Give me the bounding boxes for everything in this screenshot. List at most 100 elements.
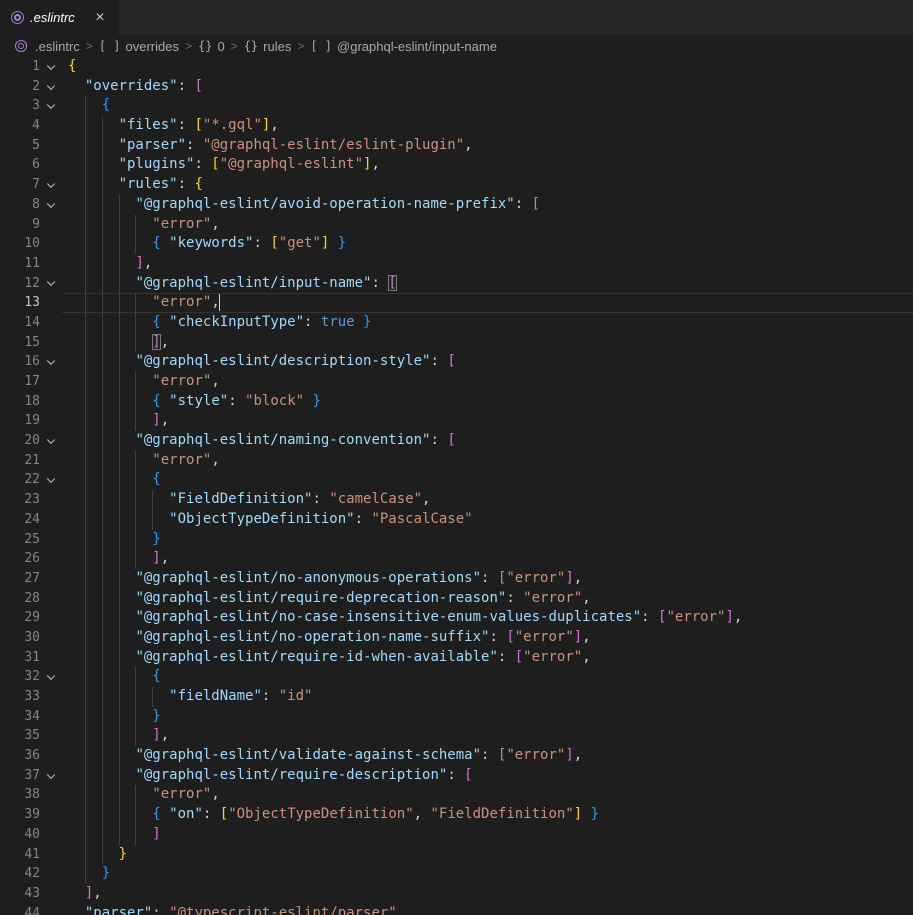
line-number[interactable]: 7: [0, 175, 40, 195]
code-line[interactable]: 9 "error",: [0, 215, 913, 235]
line-number[interactable]: 23: [0, 490, 40, 510]
fold-chevron-down-icon[interactable]: [40, 766, 62, 786]
fold-chevron-down-icon[interactable]: [40, 96, 62, 116]
line-number[interactable]: 41: [0, 845, 40, 865]
line-number[interactable]: 21: [0, 451, 40, 471]
line-number[interactable]: 36: [0, 746, 40, 766]
line-number[interactable]: 19: [0, 411, 40, 431]
code-line[interactable]: 40 ]: [0, 825, 913, 845]
line-number[interactable]: 40: [0, 825, 40, 845]
line-number[interactable]: 38: [0, 785, 40, 805]
line-number[interactable]: 34: [0, 707, 40, 727]
line-number[interactable]: 39: [0, 805, 40, 825]
code-line[interactable]: 18 { "style": "block" }: [0, 392, 913, 412]
line-number[interactable]: 28: [0, 589, 40, 609]
line-number[interactable]: 22: [0, 470, 40, 490]
breadcrumb-item[interactable]: [ ]overrides: [99, 39, 179, 54]
code-line[interactable]: 41 }: [0, 845, 913, 865]
code-line[interactable]: 33 "fieldName": "id": [0, 687, 913, 707]
code-line[interactable]: 10 { "keywords": ["get"] }: [0, 234, 913, 254]
code-line[interactable]: 11 ],: [0, 254, 913, 274]
code-line[interactable]: 5 "parser": "@graphql-eslint/eslint-plug…: [0, 136, 913, 156]
line-number[interactable]: 17: [0, 372, 40, 392]
fold-chevron-down-icon[interactable]: [40, 175, 62, 195]
code-line[interactable]: 1{: [0, 57, 913, 77]
line-number[interactable]: 11: [0, 254, 40, 274]
code-line[interactable]: 23 "FieldDefinition": "camelCase",: [0, 490, 913, 510]
code-line[interactable]: 35 ],: [0, 726, 913, 746]
line-number[interactable]: 8: [0, 195, 40, 215]
line-number[interactable]: 26: [0, 549, 40, 569]
code-line[interactable]: 21 "error",: [0, 451, 913, 471]
code-line[interactable]: 8 "@graphql-eslint/avoid-operation-name-…: [0, 195, 913, 215]
code-line[interactable]: 12 "@graphql-eslint/input-name": [: [0, 274, 913, 294]
line-number[interactable]: 5: [0, 136, 40, 156]
code-line[interactable]: 34 }: [0, 707, 913, 727]
fold-chevron-down-icon[interactable]: [40, 195, 62, 215]
code-line[interactable]: 43 ],: [0, 884, 913, 904]
line-number[interactable]: 14: [0, 313, 40, 333]
code-line[interactable]: 32 {: [0, 667, 913, 687]
line-number[interactable]: 32: [0, 667, 40, 687]
code-line[interactable]: 42 }: [0, 864, 913, 884]
code-line[interactable]: 37 "@graphql-eslint/require-description"…: [0, 766, 913, 786]
line-number[interactable]: 15: [0, 333, 40, 353]
code-line[interactable]: 20 "@graphql-eslint/naming-convention": …: [0, 431, 913, 451]
line-number[interactable]: 42: [0, 864, 40, 884]
line-number[interactable]: 20: [0, 431, 40, 451]
fold-chevron-down-icon[interactable]: [40, 667, 62, 687]
code-line[interactable]: 19 ],: [0, 411, 913, 431]
line-number[interactable]: 13: [0, 293, 40, 313]
line-number[interactable]: 37: [0, 766, 40, 786]
close-icon[interactable]: ×: [90, 8, 110, 28]
line-number[interactable]: 44: [0, 904, 40, 915]
line-number[interactable]: 3: [0, 96, 40, 116]
code-line[interactable]: 30 "@graphql-eslint/no-operation-name-su…: [0, 628, 913, 648]
fold-chevron-down-icon[interactable]: [40, 470, 62, 490]
line-number[interactable]: 29: [0, 608, 40, 628]
line-number[interactable]: 6: [0, 155, 40, 175]
line-number[interactable]: 31: [0, 648, 40, 668]
line-number[interactable]: 18: [0, 392, 40, 412]
code-line[interactable]: 4 "files": ["*.gql"],: [0, 116, 913, 136]
code-line[interactable]: 29 "@graphql-eslint/no-case-insensitive-…: [0, 608, 913, 628]
code-line[interactable]: 6 "plugins": ["@graphql-eslint"],: [0, 155, 913, 175]
code-line[interactable]: 22 {: [0, 470, 913, 490]
code-line[interactable]: 14 { "checkInputType": true }: [0, 313, 913, 333]
code-line[interactable]: 7 "rules": {: [0, 175, 913, 195]
code-line[interactable]: 25 }: [0, 530, 913, 550]
code-line[interactable]: 44 "parser": "@typescript-eslint/parser": [0, 904, 913, 915]
fold-chevron-down-icon[interactable]: [40, 57, 62, 77]
line-number[interactable]: 1: [0, 57, 40, 77]
code-line[interactable]: 38 "error",: [0, 785, 913, 805]
tab-eslintrc[interactable]: .eslintrc ×: [0, 0, 118, 35]
fold-chevron-down-icon[interactable]: [40, 352, 62, 372]
line-number[interactable]: 12: [0, 274, 40, 294]
code-line[interactable]: 16 "@graphql-eslint/description-style": …: [0, 352, 913, 372]
line-number[interactable]: 4: [0, 116, 40, 136]
breadcrumb-item[interactable]: {}0: [198, 39, 225, 54]
line-number[interactable]: 35: [0, 726, 40, 746]
breadcrumb-item[interactable]: .eslintrc: [16, 39, 80, 54]
breadcrumb-item[interactable]: [ ]@graphql-eslint/input-name: [310, 39, 497, 54]
line-number[interactable]: 2: [0, 77, 40, 97]
code-line[interactable]: 17 "error",: [0, 372, 913, 392]
code-line[interactable]: 13 "error",: [0, 293, 913, 313]
line-number[interactable]: 9: [0, 215, 40, 235]
line-number[interactable]: 33: [0, 687, 40, 707]
fold-chevron-down-icon[interactable]: [40, 274, 62, 294]
code-line[interactable]: 26 ],: [0, 549, 913, 569]
code-line[interactable]: 2 "overrides": [: [0, 77, 913, 97]
code-line[interactable]: 3 {: [0, 96, 913, 116]
line-number[interactable]: 25: [0, 530, 40, 550]
line-number[interactable]: 27: [0, 569, 40, 589]
line-number[interactable]: 16: [0, 352, 40, 372]
code-line[interactable]: 28 "@graphql-eslint/require-deprecation-…: [0, 589, 913, 609]
line-number[interactable]: 24: [0, 510, 40, 530]
code-line[interactable]: 39 { "on": ["ObjectTypeDefinition", "Fie…: [0, 805, 913, 825]
line-number[interactable]: 43: [0, 884, 40, 904]
code-line[interactable]: 15 ],: [0, 333, 913, 353]
line-number[interactable]: 10: [0, 234, 40, 254]
code-editor[interactable]: 1{2 "overrides": [3 {4 "files": ["*.gql"…: [0, 57, 913, 915]
code-line[interactable]: 36 "@graphql-eslint/validate-against-sch…: [0, 746, 913, 766]
